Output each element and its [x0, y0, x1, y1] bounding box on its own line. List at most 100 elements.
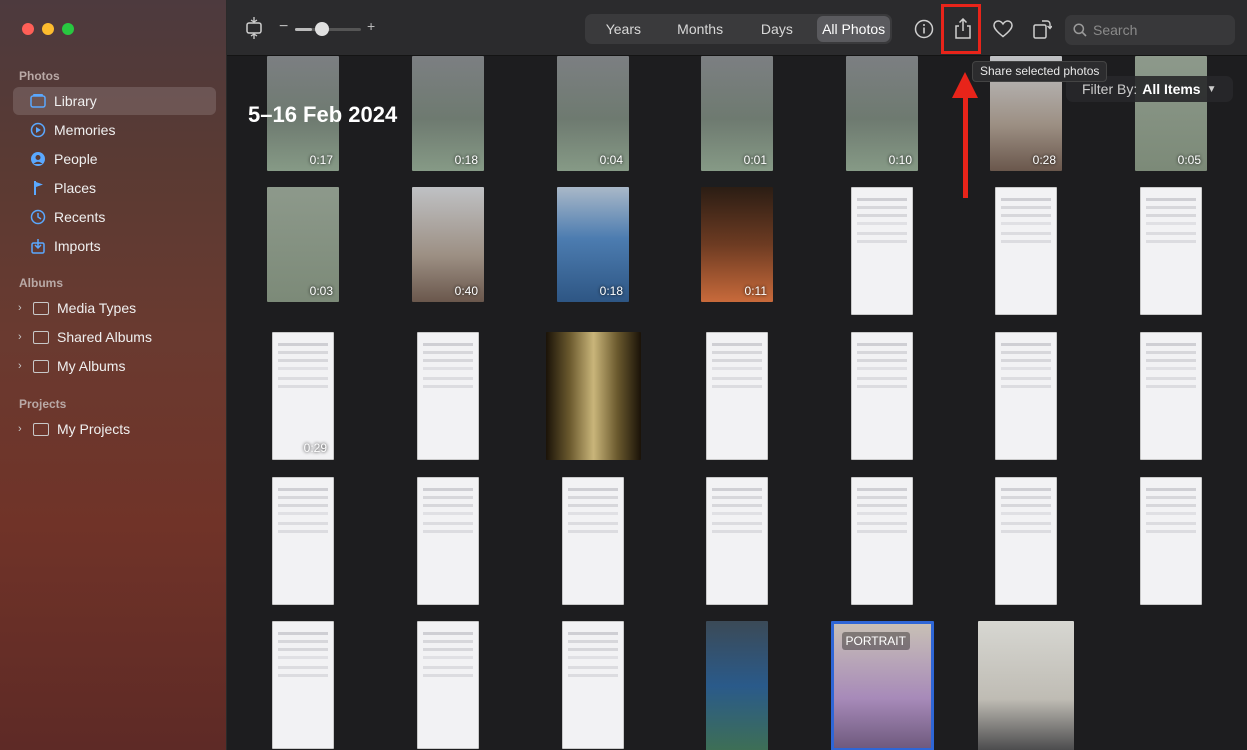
photo-thumbnail[interactable]: 0:29 [272, 332, 334, 460]
folder-icon [33, 359, 49, 373]
sidebar-item-label: Media Types [57, 300, 137, 316]
chevron-right-icon[interactable]: › [18, 360, 28, 372]
video-duration: 0:03 [309, 284, 333, 298]
photo-thumbnail[interactable] [706, 332, 768, 460]
photo-thumbnail[interactable] [1140, 187, 1202, 315]
photo-thumbnail[interactable] [995, 477, 1057, 605]
photo-thumbnail[interactable]: 0:10 [846, 56, 918, 171]
date-range-title: 5–16 Feb 2024 [248, 102, 398, 127]
photo-thumbnail[interactable] [1140, 332, 1202, 460]
favorite-heart-icon[interactable] [991, 18, 1015, 40]
zoom-out-button[interactable]: − [279, 18, 288, 36]
sidebar-item-my-albums[interactable]: › My Albums [13, 352, 216, 380]
sidebar-item-imports[interactable]: Imports [13, 232, 216, 260]
sidebar-item-shared-albums[interactable]: › Shared Albums [13, 323, 216, 351]
sidebar-heading-projects: Projects [19, 397, 67, 411]
recents-icon [30, 209, 46, 225]
photo-thumbnail[interactable]: 0:05 [1135, 56, 1207, 171]
share-button-highlight [941, 4, 981, 54]
filter-label: Filter By: [1082, 81, 1138, 97]
search-input[interactable] [1093, 22, 1223, 38]
close-window-button[interactable] [22, 23, 34, 35]
tab-days[interactable]: Days [741, 16, 814, 42]
sidebar-item-recents[interactable]: Recents [13, 203, 216, 231]
zoom-window-button[interactable] [62, 23, 74, 35]
photo-thumbnail[interactable] [562, 621, 624, 749]
photo-thumbnail[interactable]: 0:11 [701, 187, 773, 302]
sidebar-heading-albums: Albums [19, 276, 64, 290]
photo-thumbnail[interactable] [272, 477, 334, 605]
sidebar-item-label: Library [54, 93, 97, 109]
photo-thumbnail[interactable]: 0:18 [412, 56, 484, 171]
video-duration: 0:05 [1177, 153, 1201, 167]
sidebar-item-places[interactable]: Places [13, 174, 216, 202]
video-duration: 0:18 [599, 284, 623, 298]
aspect-ratio-toggle-icon[interactable] [243, 17, 265, 39]
sidebar-item-label: Imports [54, 238, 101, 254]
video-duration: 0:04 [599, 153, 623, 167]
search-field[interactable] [1065, 15, 1235, 45]
people-icon [30, 151, 46, 167]
tab-all-photos[interactable]: All Photos [817, 16, 890, 42]
photo-thumbnail[interactable] [417, 621, 479, 749]
photo-thumbnail[interactable] [851, 332, 913, 460]
sidebar-item-label: My Albums [57, 358, 126, 374]
sidebar-item-library[interactable]: Library [13, 87, 216, 115]
photo-thumbnail[interactable] [995, 332, 1057, 460]
zoom-in-button[interactable]: + [367, 18, 375, 34]
share-tooltip: Share selected photos [972, 61, 1108, 82]
chevron-right-icon[interactable]: › [18, 302, 28, 314]
photo-thumbnail[interactable] [706, 621, 768, 750]
photo-thumbnail[interactable] [978, 621, 1074, 750]
photo-grid: 0:17 0:18 0:04 0:01 0:10 0:28 0:05 0:03 0:40 0:18… [227, 56, 1247, 750]
tab-years[interactable]: Years [587, 16, 660, 42]
video-duration: 0:28 [1032, 153, 1056, 167]
sidebar-heading-photos: Photos [19, 69, 60, 83]
annotation-arrow-line [963, 82, 968, 198]
video-duration: 0:11 [744, 284, 767, 298]
sidebar-item-label: Places [54, 180, 97, 196]
toolbar: − + Years Months Days All Photos [227, 0, 1247, 56]
photo-thumbnail[interactable] [272, 621, 334, 749]
info-icon[interactable] [913, 18, 935, 40]
photo-thumbnail[interactable] [417, 477, 479, 605]
imports-icon [30, 238, 46, 254]
sidebar-item-memories[interactable]: Memories [13, 116, 216, 144]
video-duration: 0:10 [888, 153, 912, 167]
search-icon [1073, 23, 1087, 37]
filter-value: All Items [1142, 81, 1201, 97]
video-duration: 0:01 [743, 153, 767, 167]
photo-thumbnail[interactable] [706, 477, 768, 605]
folder-icon [33, 301, 49, 315]
photo-thumbnail[interactable]: 0:18 [557, 187, 629, 302]
chevron-down-icon: ▼ [1206, 83, 1217, 95]
photo-thumbnail[interactable] [851, 187, 913, 315]
photo-thumbnail[interactable] [417, 332, 479, 460]
library-icon [30, 93, 46, 109]
photo-thumbnail[interactable]: 0:04 [557, 56, 629, 171]
minimize-window-button[interactable] [42, 23, 54, 35]
photo-thumbnail[interactable] [995, 187, 1057, 315]
sidebar-item-my-projects[interactable]: › My Projects [13, 415, 216, 443]
photo-thumbnail[interactable]: 0:03 [267, 187, 339, 302]
chevron-right-icon[interactable]: › [18, 423, 28, 435]
sidebar: Photos Library Memories People Places Re… [0, 0, 227, 750]
photo-thumbnail[interactable] [562, 477, 624, 605]
photo-thumbnail[interactable]: PORTRAIT [830, 621, 934, 750]
chevron-right-icon[interactable]: › [18, 331, 28, 343]
photo-thumbnail[interactable] [545, 332, 641, 460]
photo-thumbnail[interactable] [851, 477, 913, 605]
tab-months[interactable]: Months [664, 16, 737, 42]
view-segmented-control: Years Months Days All Photos [585, 14, 892, 44]
zoom-slider-knob[interactable] [314, 22, 329, 36]
photo-thumbnail[interactable]: 0:40 [412, 187, 484, 302]
sidebar-item-people[interactable]: People [13, 145, 216, 173]
photo-thumbnail[interactable] [1140, 477, 1202, 605]
video-duration: 0:17 [309, 153, 333, 167]
sidebar-item-media-types[interactable]: › Media Types [13, 294, 216, 322]
video-duration: 0:18 [454, 153, 478, 167]
sidebar-item-label: Recents [54, 209, 106, 225]
photo-thumbnail[interactable]: 0:01 [701, 56, 773, 171]
rotate-icon[interactable] [1031, 17, 1053, 41]
shared-albums-icon [33, 330, 49, 344]
